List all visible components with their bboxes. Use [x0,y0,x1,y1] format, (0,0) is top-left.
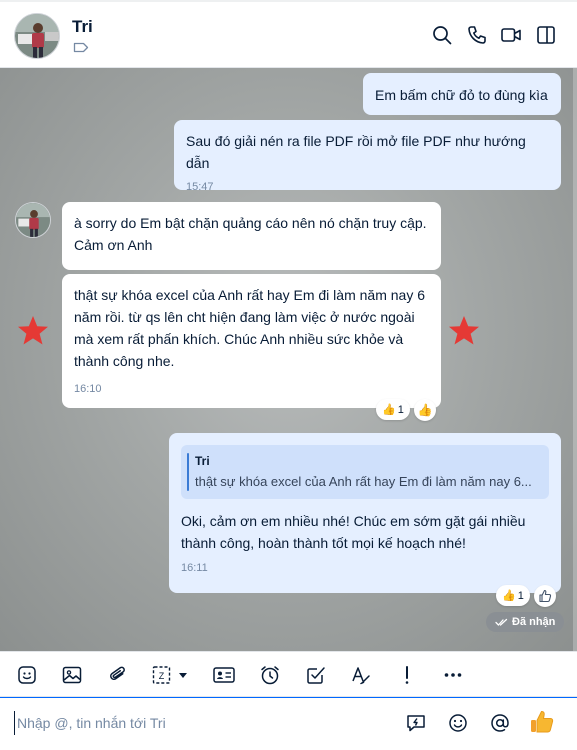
quote-bar [187,453,189,491]
reaction-count-chip[interactable]: 👍 1 [376,399,410,420]
reaction-count: 1 [517,589,524,602]
delivery-status-text: Đã nhận [512,616,556,628]
chat-scrollbar[interactable] [573,68,577,651]
thumbs-up-reaction-icon: 👍 [382,404,396,416]
thumbs-up-send-icon[interactable] [528,708,556,736]
text-format-icon[interactable] [350,664,372,686]
sticker-icon[interactable] [16,664,38,686]
sender-avatar[interactable] [15,202,51,238]
add-reaction-button[interactable]: 👍 [414,399,436,421]
add-reaction-button[interactable] [534,585,556,607]
message-composer [0,697,577,750]
thumbs-up-outline-icon [539,589,552,603]
message-bubble-outgoing[interactable]: Em bấm chữ đỏ to đùng kìa [363,73,561,115]
video-call-icon[interactable] [500,24,522,46]
message-text: Oki, cảm ơn em nhiều nhé! Chúc em sớm gặ… [181,513,526,551]
message-text: à sorry do Em bật chặn quảng cáo nên nó … [74,215,427,253]
reaction-count: 1 [397,403,404,416]
quote-sender-name: Tri [195,454,210,468]
message-bubble-outgoing[interactable]: Tri thật sự khóa excel của Anh rất hay E… [169,433,561,593]
message-time: 16:11 [181,562,208,574]
image-icon[interactable] [61,664,83,686]
message-input[interactable] [14,711,384,735]
composer-toolbar: Z [0,651,577,697]
star-icon [449,316,479,345]
chat-header: Tri [0,0,577,68]
search-icon[interactable] [431,24,453,46]
message-bubble-incoming[interactable]: à sorry do Em bật chặn quảng cáo nên nó … [62,202,441,270]
message-bubble-outgoing[interactable]: Sau đó giải nén ra file PDF rồi mở file … [174,120,561,193]
sidebar-toggle-icon[interactable] [535,24,557,46]
reaction-count-chip[interactable]: 👍 1 [496,585,530,606]
quoted-message[interactable]: Tri thật sự khóa excel của Anh rất hay E… [181,445,549,499]
thumbs-up-reaction-icon: 👍 [417,403,433,417]
thumbs-up-reaction-icon: 👍 [502,590,516,602]
contact-name[interactable]: Tri [72,17,93,37]
urgent-exclamation-icon[interactable] [396,664,418,686]
quick-message-icon[interactable] [405,712,427,734]
message-bubble-incoming[interactable]: thật sự khóa excel của Anh rất hay Em đi… [62,274,441,408]
mention-icon[interactable] [489,712,511,734]
contact-avatar[interactable] [14,13,60,59]
tag-icon[interactable] [73,42,89,53]
phone-icon[interactable] [466,24,488,46]
attachment-icon[interactable] [107,664,129,686]
delivery-status-badge: Đã nhận [486,612,565,632]
message-text: thật sự khóa excel của Anh rất hay Em đi… [74,287,425,369]
svg-text:Z: Z [159,671,165,681]
message-time: 16:10 [74,383,102,395]
emoji-icon[interactable] [447,712,469,734]
star-icon [18,316,48,345]
reminder-clock-icon[interactable] [259,664,281,686]
double-check-icon [495,618,508,626]
message-time: 15:47 [186,181,214,193]
quote-text: thật sự khóa excel của Anh rất hay Em đi… [195,474,532,489]
task-check-icon[interactable] [305,664,327,686]
chat-area[interactable]: Em bấm chữ đỏ to đùng kìa Sau đó giải né… [0,68,577,651]
message-text: Sau đó giải nén ra file PDF rồi mở file … [186,133,526,171]
message-text: Em bấm chữ đỏ to đùng kìa [375,87,548,103]
contact-card-icon[interactable] [212,664,236,686]
screenshot-icon[interactable]: Z [151,664,195,686]
header-top-border [0,0,577,2]
more-icon[interactable] [442,664,464,686]
composer-focus-border [0,697,577,698]
